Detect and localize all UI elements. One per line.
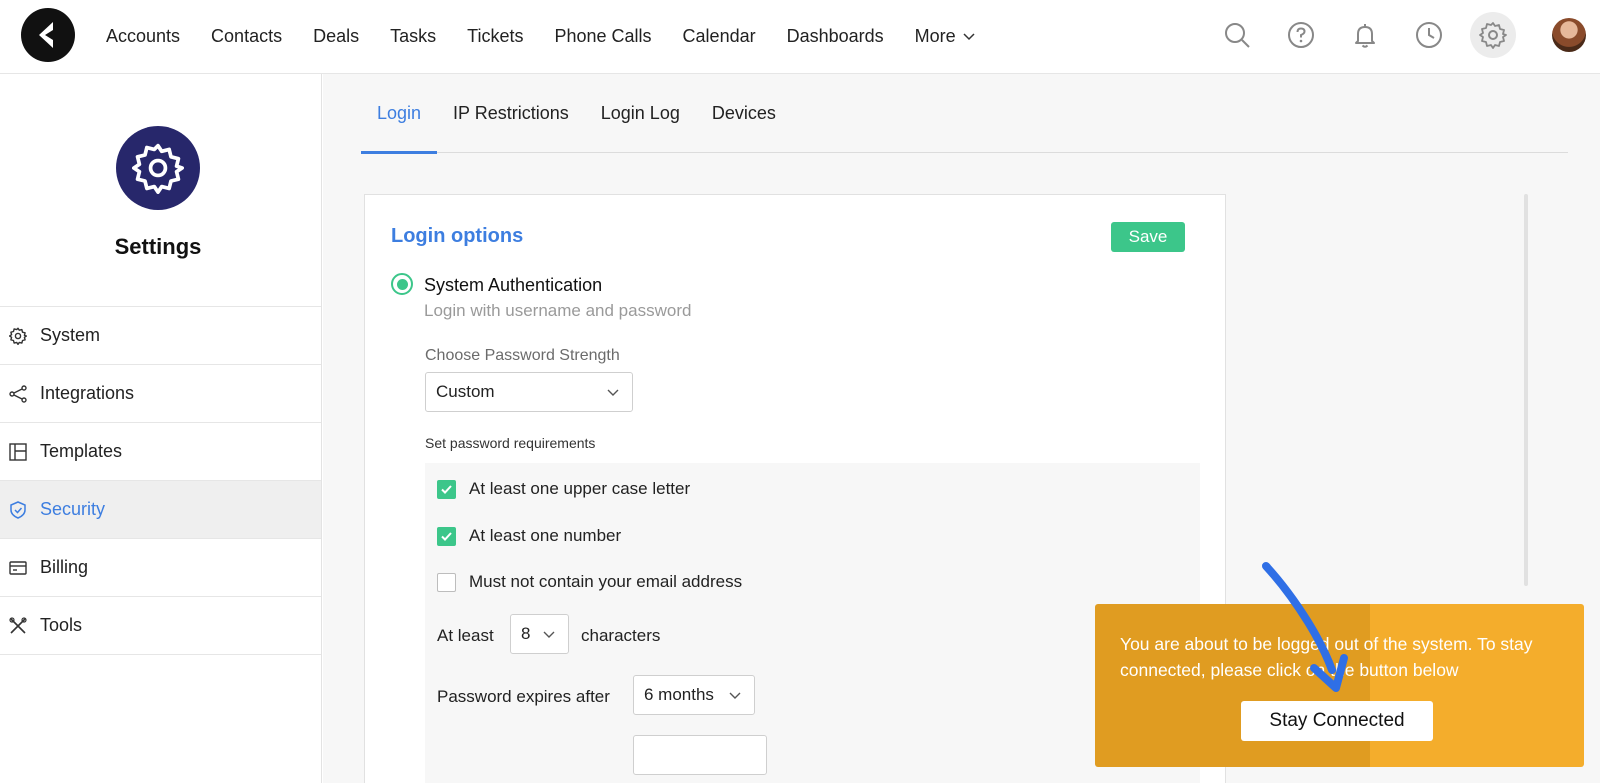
sidebar-item-tools[interactable]: Tools — [0, 597, 321, 655]
shield-icon — [8, 500, 28, 520]
tab-devices[interactable]: Devices — [696, 74, 792, 153]
nav-tickets[interactable]: Tickets — [467, 26, 523, 47]
sidebar-menu: System Integrations Templates Security B… — [0, 306, 321, 655]
requirement-label: At least one number — [469, 526, 622, 545]
share-icon — [8, 384, 28, 404]
min-length-value: 8 — [521, 624, 531, 643]
chevron-down-icon — [729, 692, 741, 699]
sidebar-item-integrations[interactable]: Integrations — [0, 365, 321, 423]
system-auth-label: System Authentication — [424, 275, 603, 295]
card-title: Login options — [391, 225, 524, 247]
no-email-checkbox[interactable] — [437, 572, 456, 592]
scrollbar[interactable] — [1524, 194, 1528, 586]
min-length-prefix: At least — [437, 626, 494, 645]
nav-calendar[interactable]: Calendar — [683, 26, 756, 47]
sidebar-item-system[interactable]: System — [0, 307, 321, 365]
min-length-suffix: characters — [581, 626, 661, 645]
password-strength-label: Choose Password Strength — [425, 347, 620, 364]
stay-connected-button[interactable]: Stay Connected — [1241, 701, 1433, 741]
nav-phone-calls[interactable]: Phone Calls — [554, 26, 651, 47]
sidebar-item-billing[interactable]: Billing — [0, 539, 321, 597]
sidebar-item-label: Templates — [40, 441, 123, 461]
requirement-label: At least one upper case letter — [469, 479, 691, 498]
sidebar-title: Settings — [114, 234, 202, 259]
search-icon[interactable] — [1214, 12, 1260, 58]
top-icons — [1214, 12, 1586, 58]
sidebar-item-security[interactable]: Security — [0, 481, 321, 539]
additional-select[interactable] — [633, 735, 767, 775]
min-length-select[interactable]: 8 — [510, 614, 569, 654]
clock-icon[interactable] — [1406, 12, 1452, 58]
main-nav: Accounts Contacts Deals Tasks Tickets Ph… — [106, 0, 1007, 72]
requirements-label: Set password requirements — [425, 435, 596, 451]
layout-icon — [8, 442, 28, 462]
requirement-uppercase: At least one upper case letter — [437, 479, 690, 499]
save-button[interactable]: Save — [1111, 222, 1185, 252]
gear-icon[interactable] — [1470, 12, 1516, 58]
nav-contacts[interactable]: Contacts — [211, 26, 282, 47]
security-tabs: Login IP Restrictions Login Log Devices — [361, 74, 1568, 154]
gear-icon — [8, 326, 28, 346]
tools-icon — [8, 616, 28, 636]
sidebar-item-label: Billing — [40, 557, 89, 577]
sidebar-item-label: Tools — [40, 615, 83, 635]
settings-gear-icon — [116, 126, 200, 210]
chevron-down-icon — [543, 631, 555, 638]
bell-icon[interactable] — [1342, 12, 1388, 58]
top-navigation: Accounts Contacts Deals Tasks Tickets Ph… — [0, 0, 1600, 74]
sidebar-item-label: Security — [40, 499, 106, 519]
requirement-label: Must not contain your email address — [469, 572, 743, 591]
number-checkbox[interactable] — [437, 526, 456, 546]
requirement-no-email: Must not contain your email address — [437, 572, 742, 592]
sidebar-item-templates[interactable]: Templates — [0, 423, 321, 481]
nav-accounts[interactable]: Accounts — [106, 26, 180, 47]
tab-login-log[interactable]: Login Log — [585, 74, 696, 153]
nav-dashboards[interactable]: Dashboards — [787, 26, 884, 47]
settings-sidebar: Settings System Integrations Templates S… — [0, 74, 322, 783]
tab-login[interactable]: Login — [361, 74, 438, 154]
password-expiry-select[interactable]: 6 months — [633, 675, 755, 715]
sidebar-item-label: System — [40, 325, 101, 345]
card-icon — [8, 558, 28, 578]
chevron-down-icon — [963, 33, 975, 41]
system-auth-description: Login with username and password — [424, 301, 692, 320]
help-icon[interactable] — [1278, 12, 1324, 58]
requirement-number: At least one number — [437, 526, 621, 546]
password-expiry-value: 6 months — [644, 685, 714, 704]
sidebar-item-label: Integrations — [40, 383, 135, 403]
chevron-down-icon — [607, 389, 619, 396]
nav-more[interactable]: More — [915, 26, 976, 47]
requirements-panel: At least one upper case letter At least … — [425, 463, 1200, 783]
pointer-arrow-icon — [1262, 562, 1348, 692]
password-strength-value: Custom — [436, 382, 495, 401]
nav-more-label: More — [914, 25, 956, 46]
password-strength-select[interactable]: Custom — [425, 372, 633, 412]
uppercase-checkbox[interactable] — [437, 479, 456, 499]
system-auth-radio[interactable] — [391, 273, 413, 295]
nav-deals[interactable]: Deals — [313, 26, 359, 47]
tab-ip-restrictions[interactable]: IP Restrictions — [437, 74, 585, 153]
expires-label: Password expires after — [437, 687, 610, 706]
brand-logo-icon[interactable] — [21, 8, 75, 62]
nav-tasks[interactable]: Tasks — [390, 26, 436, 47]
avatar[interactable] — [1552, 18, 1586, 52]
